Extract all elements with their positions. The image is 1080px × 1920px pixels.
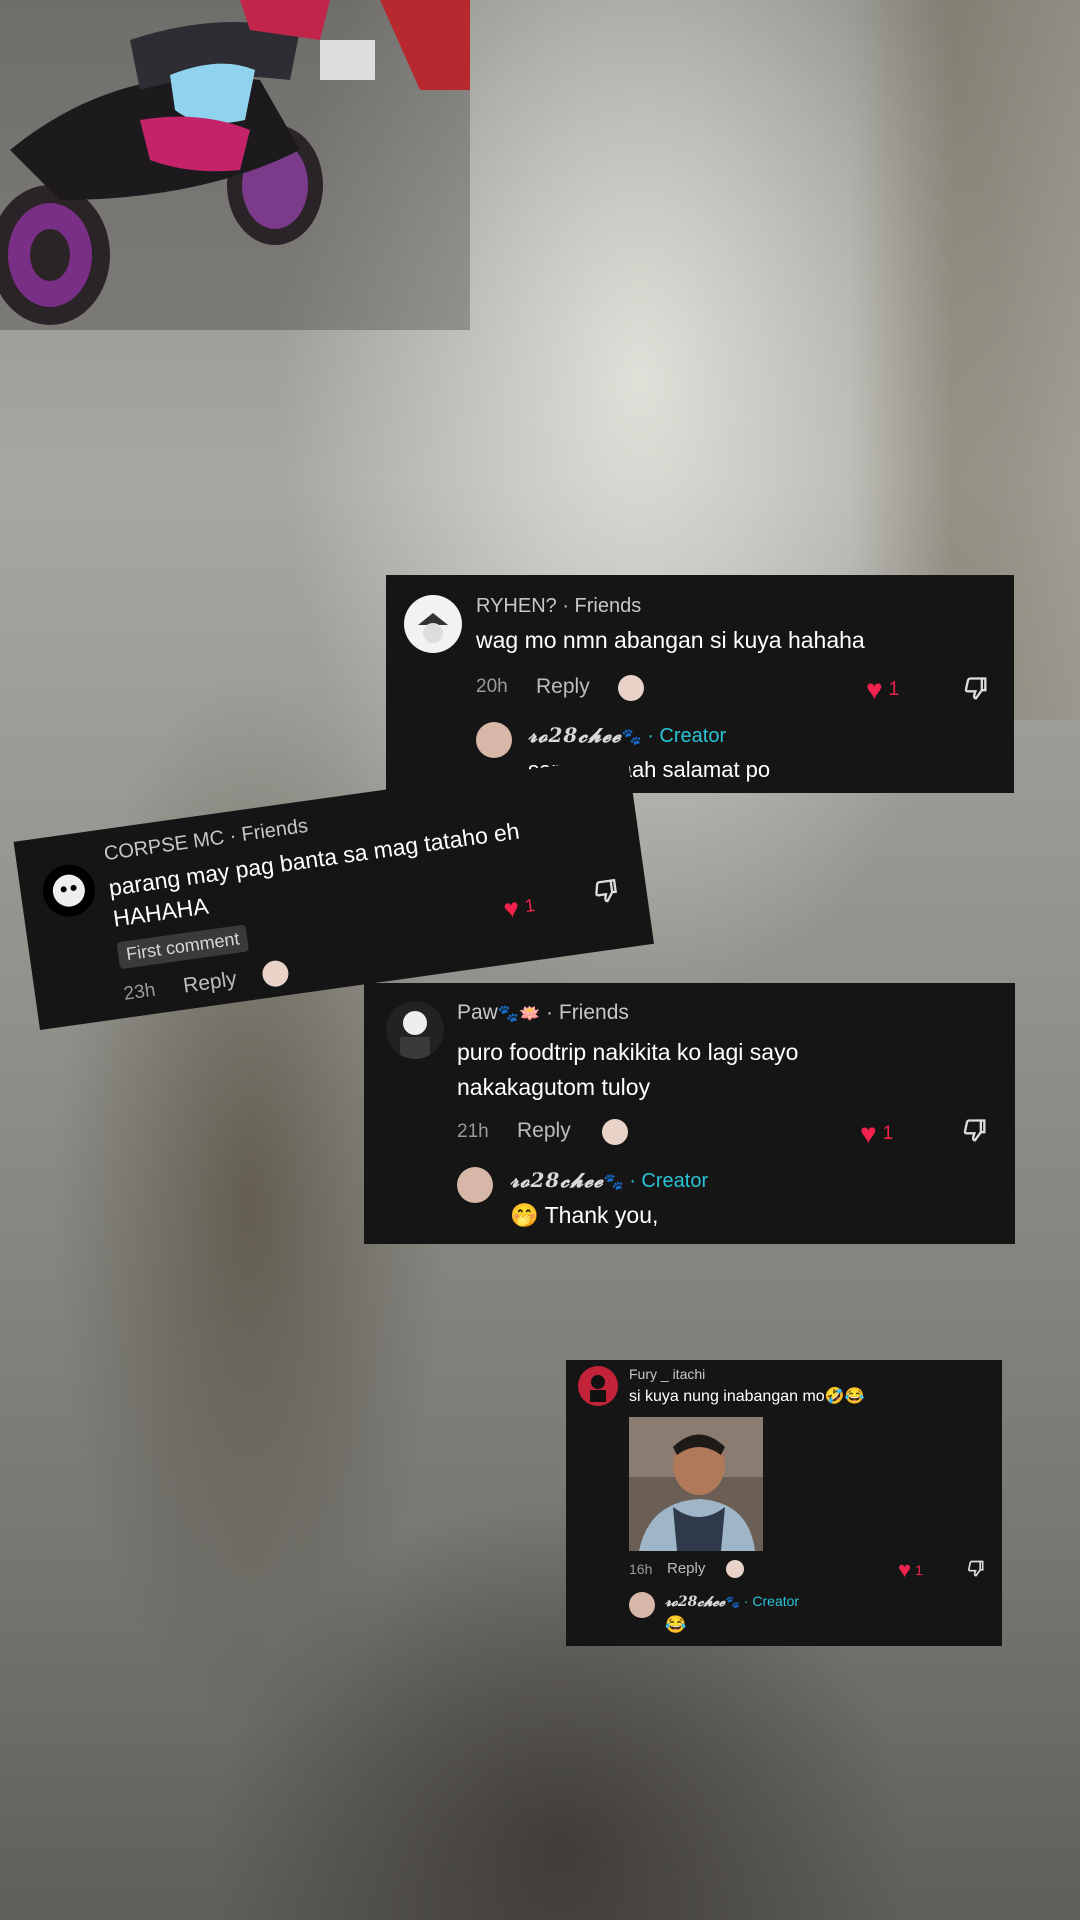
creator-name[interactable]: 𝓻𝓸28𝓬𝓱𝓮𝓮 [528, 723, 622, 747]
username-emoji: 🐾🪷 [497, 1004, 541, 1023]
creator-liked-avatar [726, 1560, 744, 1578]
creator-label: · Creator [739, 1593, 800, 1609]
creator-avatar[interactable] [457, 1167, 493, 1203]
comment-username[interactable]: Fury _ itachi [629, 1366, 705, 1382]
comment-text: wag mo nmn abangan si kuya hahaha [476, 627, 865, 653]
thumbs-down-icon[interactable] [966, 1559, 986, 1579]
creator-avatar[interactable] [629, 1592, 655, 1618]
comment-photo[interactable] [629, 1417, 763, 1551]
comment-card-fury: Fury _ itachi si kuya nung inabangan mo🤣… [566, 1360, 1002, 1646]
creator-avatar[interactable] [476, 722, 512, 758]
comment-time: 21h [457, 1121, 489, 1142]
motorcycle-image [0, 0, 470, 330]
like-count: 1 [523, 895, 537, 917]
heart-icon: ♥ [860, 1118, 877, 1149]
avatar[interactable] [404, 595, 462, 653]
reply-button[interactable]: Reply [517, 1119, 571, 1143]
creator-name[interactable]: 𝓻𝓸28𝓬𝓱𝓮𝓮 [510, 1168, 604, 1192]
comment-time: 16h [629, 1561, 653, 1577]
comment-time: 20h [476, 676, 508, 697]
like-button[interactable]: ♥ 1 [860, 1118, 893, 1150]
reply-button[interactable]: Reply [667, 1560, 705, 1577]
comment-text: si kuya nung inabangan mo🤣😂 [629, 1388, 865, 1405]
paw-emoji: 🐾 [603, 1174, 624, 1191]
like-count: 1 [915, 1562, 923, 1578]
creator-label: · Creator [641, 725, 727, 747]
like-button[interactable]: ♥ 1 [502, 890, 537, 925]
reply-button[interactable]: Reply [182, 967, 239, 998]
creator-liked-avatar [260, 959, 291, 989]
comment-card-ryhen: RYHEN? · Friends wag mo nmn abangan si k… [386, 575, 1014, 793]
like-button[interactable]: ♥ 1 [898, 1557, 923, 1583]
paw-emoji: 🐾 [621, 729, 642, 746]
avatar[interactable] [39, 861, 99, 920]
thumbs-down-icon[interactable] [961, 1117, 989, 1145]
thumbs-down-icon[interactable] [590, 876, 622, 908]
creator-liked-avatar [602, 1119, 628, 1145]
heart-icon: ♥ [501, 892, 522, 925]
relation-text: · Friends [540, 1001, 629, 1024]
thumbs-down-icon[interactable] [962, 675, 990, 703]
comment-text: puro foodtrip nakikita ko lagi sayo naka… [457, 1039, 799, 1100]
reply-username[interactable]: 𝓻𝓸28𝓬𝓱𝓮𝓮🐾 · Creator [528, 723, 726, 748]
avatar[interactable] [578, 1366, 618, 1406]
creator-liked-avatar [618, 675, 644, 701]
reply-button[interactable]: Reply [536, 675, 590, 699]
relation-text: · Friends [556, 595, 642, 617]
comment-time: 23h [122, 979, 157, 1005]
comment-username[interactable]: RYHEN? · Friends [476, 595, 641, 618]
reply-text: 🤭 Thank you, [510, 1202, 659, 1228]
creator-name[interactable]: 𝓻𝓸28𝓬𝓱𝓮𝓮 [665, 1594, 725, 1610]
like-button[interactable]: ♥ 1 [866, 674, 899, 706]
comment-username[interactable]: Paw🐾🪷 · Friends [457, 1001, 629, 1025]
heart-icon: ♥ [898, 1557, 912, 1582]
comment-card-paw: Paw🐾🪷 · Friends puro foodtrip nakikita k… [364, 983, 1015, 1244]
reply-username[interactable]: 𝓻𝓸28𝓬𝓱𝓮𝓮🐾 · Creator [510, 1168, 708, 1193]
reply-text: 😂 [665, 1615, 687, 1634]
comment-text: parang may pag banta sa mag tataho eh HA… [107, 817, 521, 932]
paw-emoji: 🐾 [725, 1595, 740, 1609]
username-text[interactable]: Fury _ itachi [629, 1366, 705, 1382]
avatar[interactable] [386, 1001, 444, 1059]
relation-text: · Friends [222, 814, 310, 849]
reply-username[interactable]: 𝓻𝓸28𝓬𝓱𝓮𝓮🐾 · Creator [665, 1593, 799, 1610]
username-text[interactable]: Paw [457, 1001, 498, 1024]
like-count: 1 [882, 1123, 894, 1144]
heart-icon: ♥ [866, 674, 883, 705]
username-text[interactable]: RYHEN? [476, 595, 557, 617]
like-count: 1 [888, 679, 900, 700]
creator-label: · Creator [623, 1170, 709, 1192]
